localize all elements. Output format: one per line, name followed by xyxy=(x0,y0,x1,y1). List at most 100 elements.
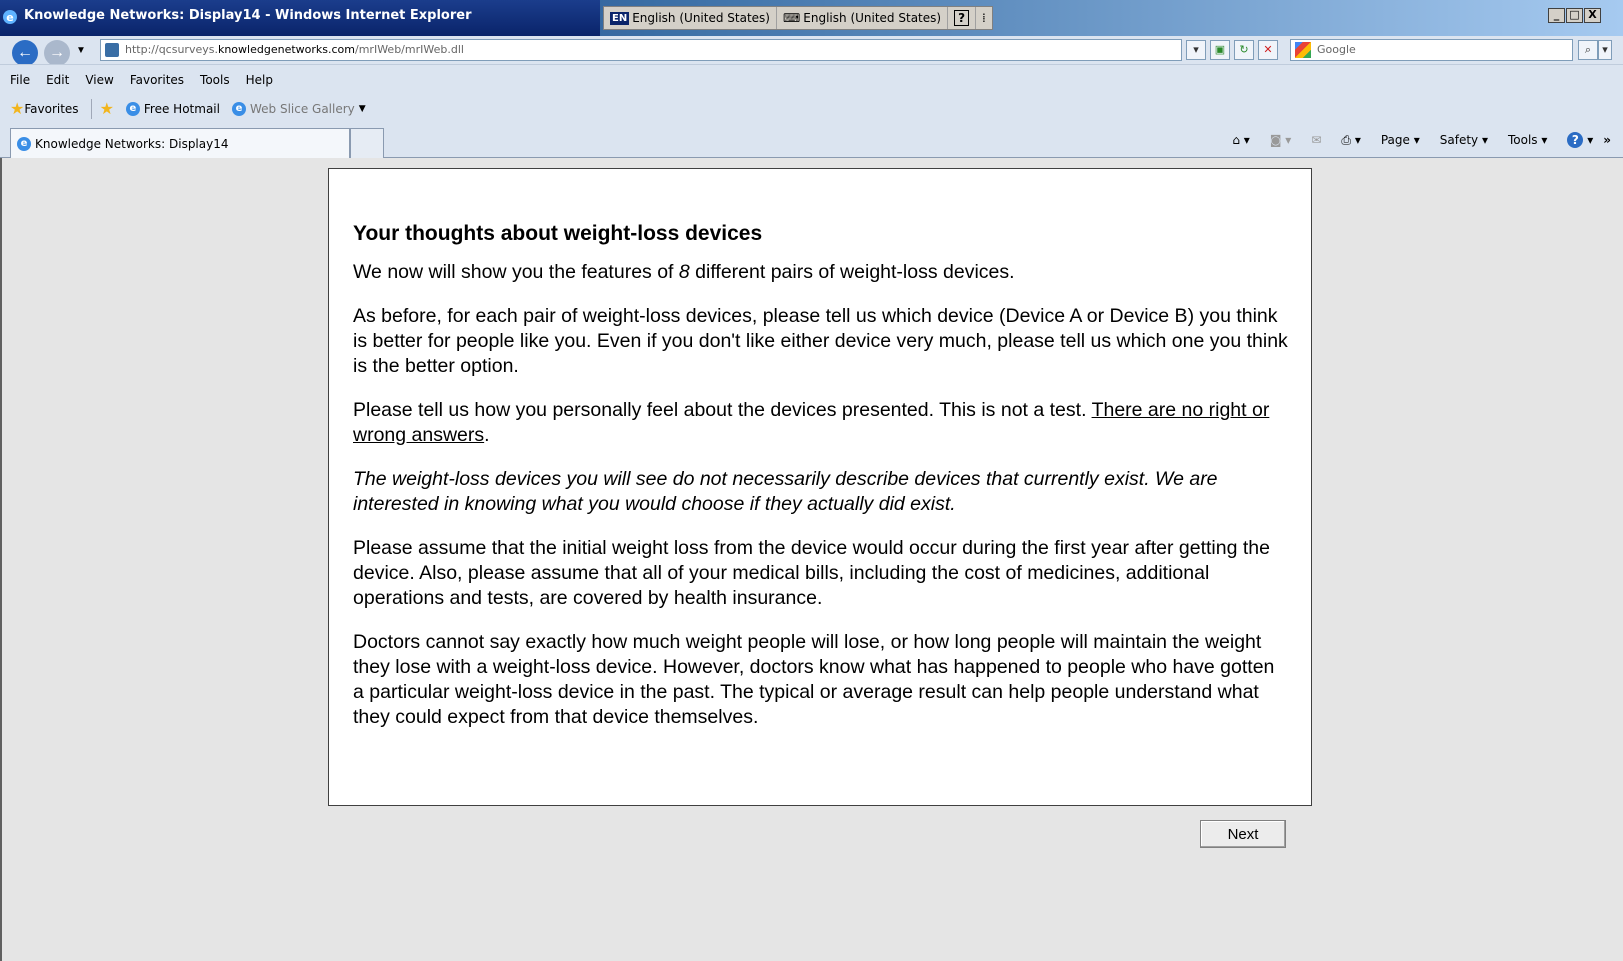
search-options-button[interactable]: ▾ xyxy=(1598,40,1612,60)
language-bar[interactable]: EN English (United States) ⌨ English (Un… xyxy=(603,6,993,30)
p1-text-after: different pairs of weight-loss devices. xyxy=(689,261,1015,283)
search-input[interactable]: Google xyxy=(1290,39,1573,61)
read-mail-button[interactable]: ✉ xyxy=(1301,133,1321,147)
keyboard-label: English (United States) xyxy=(803,11,942,25)
safety-menu[interactable]: Safety ▾ xyxy=(1430,133,1488,147)
ie-logo-icon: e xyxy=(3,10,17,24)
url-host: knowledgenetworks.com xyxy=(217,43,355,56)
survey-paragraph-6: Doctors cannot say exactly how much weig… xyxy=(353,631,1275,728)
home-icon: ⌂ xyxy=(1232,133,1240,147)
back-button[interactable]: ← xyxy=(12,40,38,66)
favorites-label: Favorites xyxy=(24,102,79,116)
url-path: /mrIWeb/mrIWeb.dll xyxy=(355,43,464,56)
menu-edit[interactable]: Edit xyxy=(46,73,69,87)
survey-paragraph-4: The weight-loss devices you will see do … xyxy=(353,468,1218,515)
new-tab-button[interactable] xyxy=(350,128,384,158)
command-bar: ⌂ ▾ ◙ ▾ ✉ ⎙ ▾ Page ▾ Safety ▾ Tools ▾ ? … xyxy=(1212,132,1611,148)
print-icon: ⎙ xyxy=(1341,132,1351,147)
svg-text:e: e xyxy=(6,11,13,24)
ie-page-icon: e xyxy=(231,102,246,116)
p3-text-before: Please tell us how you personally feel a… xyxy=(353,399,1092,421)
keyboard-icon: ⌨ xyxy=(782,11,801,25)
language-selector[interactable]: EN English (United States) xyxy=(604,7,777,29)
hotmail-label: Free Hotmail xyxy=(143,102,220,116)
back-arrow-icon: ← xyxy=(17,44,33,61)
menu-favorites[interactable]: Favorites xyxy=(130,73,184,87)
history-dropdown-icon[interactable]: ▼ xyxy=(76,45,86,56)
tab-knowledge-networks[interactable]: e Knowledge Networks: Display14 xyxy=(10,128,350,158)
close-button[interactable]: X xyxy=(1584,8,1601,23)
page-content: Your thoughts about weight-loss devices … xyxy=(0,158,1623,961)
p1-text-before: We now will show you the features of xyxy=(353,261,679,283)
favorites-bar: ★ Favorites ★ e Free Hotmail e Web Slice… xyxy=(0,94,1623,124)
title-bar: e Knowledge Networks: Display14 - Window… xyxy=(0,0,1623,36)
keyboard-selector[interactable]: ⌨ English (United States) xyxy=(777,7,949,29)
menu-view[interactable]: View xyxy=(85,73,113,87)
print-button[interactable]: ⎙ ▾ xyxy=(1331,133,1360,148)
survey-paragraph-3: Please tell us how you personally feel a… xyxy=(353,398,1288,448)
google-logo-icon xyxy=(1295,42,1311,58)
rss-icon: ◙ xyxy=(1269,133,1282,147)
page-menu[interactable]: Page ▾ xyxy=(1371,133,1420,147)
langbar-options-button[interactable]: ⁞ xyxy=(976,7,992,29)
window-title: Knowledge Networks: Display14 - Windows … xyxy=(24,8,472,23)
page-menu-label: Page xyxy=(1380,133,1410,147)
tools-menu[interactable]: Tools ▾ xyxy=(1498,133,1547,147)
mail-icon: ✉ xyxy=(1311,133,1322,147)
search-icon: ⌕ xyxy=(1584,44,1592,56)
survey-card: Your thoughts about weight-loss devices … xyxy=(328,168,1312,806)
search-placeholder: Google xyxy=(1317,43,1356,56)
options-icon: ⁞ xyxy=(982,11,986,25)
url-prefix: http://qcsurveys. xyxy=(125,43,218,56)
menu-tools[interactable]: Tools xyxy=(200,73,230,87)
stop-button[interactable]: ✕ xyxy=(1258,40,1278,60)
pair-count: 8 xyxy=(678,261,690,283)
home-button[interactable]: ⌂ ▾ xyxy=(1222,133,1249,147)
help-menu[interactable]: ? ▾ xyxy=(1557,132,1593,148)
free-hotmail-link[interactable]: e Free Hotmail xyxy=(125,102,220,116)
p3-text-after: . xyxy=(484,424,490,446)
refresh-button[interactable]: ↻ xyxy=(1234,40,1254,60)
tools-menu-label: Tools xyxy=(1507,133,1538,147)
star-icon: ★ xyxy=(10,99,25,118)
ie-page-icon: e xyxy=(125,102,140,116)
safety-menu-label: Safety xyxy=(1439,133,1479,147)
webslice-label: Web Slice Gallery xyxy=(249,102,355,116)
compatibility-icon: ▣ xyxy=(1214,44,1226,56)
language-label: English (United States) xyxy=(632,11,770,25)
url-input[interactable]: http://qcsurveys.knowledgenetworks.com/m… xyxy=(100,39,1182,61)
favorites-button[interactable]: ★ Favorites xyxy=(10,101,79,117)
forward-button[interactable]: → xyxy=(44,40,70,66)
survey-paragraph-5: Please assume that the initial weight lo… xyxy=(353,537,1270,609)
survey-paragraph-1: We now will show you the features of 8 d… xyxy=(353,260,1288,285)
help-button[interactable]: ? xyxy=(948,7,977,29)
web-slice-gallery-link[interactable]: e Web Slice Gallery ▼ xyxy=(231,102,366,116)
tab-label: Knowledge Networks: Display14 xyxy=(35,136,229,151)
ie-page-icon: e xyxy=(17,136,31,151)
minimize-button[interactable]: _ xyxy=(1548,8,1565,23)
add-to-favorites-button[interactable]: ★ xyxy=(100,101,114,117)
chevron-down-icon: ▼ xyxy=(358,104,366,114)
title-bar-active: e Knowledge Networks: Display14 - Window… xyxy=(0,0,600,36)
feeds-button[interactable]: ◙ ▾ xyxy=(1260,133,1292,147)
compatibility-view-button[interactable]: ▣ xyxy=(1210,40,1230,60)
maximize-button[interactable]: □ xyxy=(1566,8,1583,23)
forward-arrow-icon: → xyxy=(49,44,65,61)
menu-bar: File Edit View Favorites Tools Help xyxy=(0,64,1623,94)
dropdown-arrow-icon: ▾ xyxy=(1193,44,1199,56)
menu-help[interactable]: Help xyxy=(246,73,273,87)
help-circle-icon: ? xyxy=(1567,132,1584,148)
help-icon: ? xyxy=(954,10,970,26)
stop-icon: ✕ xyxy=(1263,44,1273,56)
url-dropdown-button[interactable]: ▾ xyxy=(1186,40,1206,60)
search-button[interactable]: ⌕ xyxy=(1578,40,1598,60)
language-code: EN xyxy=(610,11,630,25)
survey-paragraph-2: As before, for each pair of weight-loss … xyxy=(353,305,1288,377)
survey-heading: Your thoughts about weight-loss devices xyxy=(353,222,763,245)
page-icon xyxy=(105,43,119,57)
search-options-icon: ▾ xyxy=(1602,44,1608,56)
divider xyxy=(90,99,92,119)
menu-file[interactable]: File xyxy=(10,73,30,87)
next-button[interactable]: Next xyxy=(1200,820,1286,848)
chevron-more-icon[interactable]: » xyxy=(1603,133,1611,147)
